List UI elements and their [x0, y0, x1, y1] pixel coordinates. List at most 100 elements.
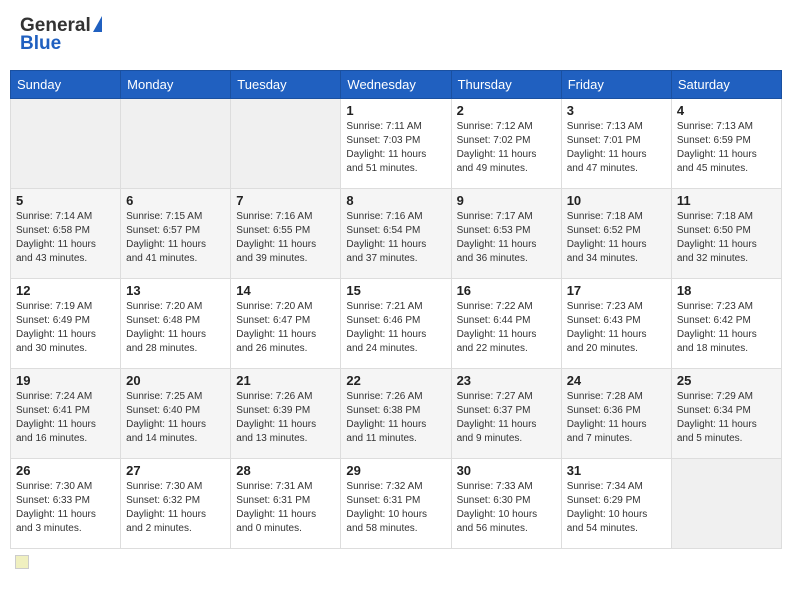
calendar-week-row: 26 Sunrise: 7:30 AMSunset: 6:33 PMDayligh…	[11, 459, 782, 549]
calendar-cell: 10Sunrise: 7:18 AMSunset: 6:52 PMDayligh…	[561, 189, 671, 279]
day-number: 13	[126, 283, 225, 298]
logo-triangle-icon	[93, 16, 102, 32]
day-info: Sunrise: 7:29 AMSunset: 6:34 PMDaylight:…	[677, 390, 776, 446]
day-info: Sunrise: 7:20 AMSunset: 6:47 PMDaylight:…	[236, 300, 335, 356]
day-info: Sunrise: 7:13 AMSunset: 7:01 PMDaylight:…	[567, 120, 666, 176]
calendar-week-row: 1 Sunrise: 7:11 AMSunset: 7:03 PMDaylight…	[11, 99, 782, 189]
day-info: Sunrise: 7:16 AMSunset: 6:55 PMDaylight:…	[236, 210, 335, 266]
day-info: Sunrise: 7:26 AMSunset: 6:38 PMDaylight:…	[346, 390, 445, 446]
day-info: Sunrise: 7:33 AMSunset: 6:30 PMDaylight:…	[457, 480, 556, 536]
day-info: Sunrise: 7:20 AMSunset: 6:48 PMDaylight:…	[126, 300, 225, 356]
day-info: Sunrise: 7:18 AMSunset: 6:50 PMDaylight:…	[677, 210, 776, 266]
calendar-cell: 8 Sunrise: 7:16 AMSunset: 6:54 PMDaylight…	[341, 189, 451, 279]
day-info: Sunrise: 7:28 AMSunset: 6:36 PMDaylight:…	[567, 390, 666, 446]
weekday-header-sunday: Sunday	[11, 71, 121, 99]
calendar-cell: 9 Sunrise: 7:17 AMSunset: 6:53 PMDaylight…	[451, 189, 561, 279]
calendar-cell: 14Sunrise: 7:20 AMSunset: 6:47 PMDayligh…	[231, 279, 341, 369]
day-number: 26	[16, 463, 115, 478]
day-number: 4	[677, 103, 776, 118]
weekday-header-wednesday: Wednesday	[341, 71, 451, 99]
day-number: 12	[16, 283, 115, 298]
day-number: 23	[457, 373, 556, 388]
day-info: Sunrise: 7:18 AMSunset: 6:52 PMDaylight:…	[567, 210, 666, 266]
day-info: Sunrise: 7:14 AMSunset: 6:58 PMDaylight:…	[16, 210, 115, 266]
weekday-header-row: SundayMondayTuesdayWednesdayThursdayFrid…	[11, 71, 782, 99]
calendar-cell: 3 Sunrise: 7:13 AMSunset: 7:01 PMDaylight…	[561, 99, 671, 189]
day-number: 5	[16, 193, 115, 208]
calendar-cell: 19 Sunrise: 7:24 AMSunset: 6:41 PMDayligh…	[11, 369, 121, 459]
logo: General Blue	[20, 15, 102, 55]
calendar-cell: 13 Sunrise: 7:20 AMSunset: 6:48 PMDayligh…	[121, 279, 231, 369]
day-info: Sunrise: 7:23 AMSunset: 6:42 PMDaylight:…	[677, 300, 776, 356]
calendar-cell: 22Sunrise: 7:26 AMSunset: 6:38 PMDayligh…	[341, 369, 451, 459]
day-number: 1	[346, 103, 445, 118]
calendar-cell: 21Sunrise: 7:26 AMSunset: 6:39 PMDayligh…	[231, 369, 341, 459]
calendar-cell: 15 Sunrise: 7:21 AMSunset: 6:46 PMDayligh…	[341, 279, 451, 369]
calendar-cell: 24 Sunrise: 7:28 AMSunset: 6:36 PMDayligh…	[561, 369, 671, 459]
day-info: Sunrise: 7:21 AMSunset: 6:46 PMDaylight:…	[346, 300, 445, 356]
day-number: 9	[457, 193, 556, 208]
day-info: Sunrise: 7:30 AMSunset: 6:33 PMDaylight:…	[16, 480, 115, 536]
calendar-cell: 4 Sunrise: 7:13 AMSunset: 6:59 PMDaylight…	[671, 99, 781, 189]
day-number: 18	[677, 283, 776, 298]
weekday-header-saturday: Saturday	[671, 71, 781, 99]
calendar-cell	[671, 459, 781, 549]
calendar-cell: 23 Sunrise: 7:27 AMSunset: 6:37 PMDayligh…	[451, 369, 561, 459]
calendar-cell: 12Sunrise: 7:19 AMSunset: 6:49 PMDayligh…	[11, 279, 121, 369]
day-info: Sunrise: 7:27 AMSunset: 6:37 PMDaylight:…	[457, 390, 556, 446]
calendar-week-row: 19 Sunrise: 7:24 AMSunset: 6:41 PMDayligh…	[11, 369, 782, 459]
logo-blue-text: Blue	[20, 33, 61, 55]
day-info: Sunrise: 7:15 AMSunset: 6:57 PMDaylight:…	[126, 210, 225, 266]
day-info: Sunrise: 7:17 AMSunset: 6:53 PMDaylight:…	[457, 210, 556, 266]
daylight-legend-box	[15, 555, 29, 569]
day-info: Sunrise: 7:22 AMSunset: 6:44 PMDaylight:…	[457, 300, 556, 356]
day-number: 11	[677, 193, 776, 208]
day-info: Sunrise: 7:25 AMSunset: 6:40 PMDaylight:…	[126, 390, 225, 446]
day-info: Sunrise: 7:16 AMSunset: 6:54 PMDaylight:…	[346, 210, 445, 266]
weekday-header-monday: Monday	[121, 71, 231, 99]
calendar-cell: 18 Sunrise: 7:23 AMSunset: 6:42 PMDayligh…	[671, 279, 781, 369]
day-number: 15	[346, 283, 445, 298]
weekday-header-tuesday: Tuesday	[231, 71, 341, 99]
footer	[10, 555, 782, 569]
calendar-cell: 17 Sunrise: 7:23 AMSunset: 6:43 PMDayligh…	[561, 279, 671, 369]
day-number: 7	[236, 193, 335, 208]
calendar-cell: 11 Sunrise: 7:18 AMSunset: 6:50 PMDayligh…	[671, 189, 781, 279]
calendar-cell: 25 Sunrise: 7:29 AMSunset: 6:34 PMDayligh…	[671, 369, 781, 459]
day-number: 19	[16, 373, 115, 388]
calendar-cell: 20Sunrise: 7:25 AMSunset: 6:40 PMDayligh…	[121, 369, 231, 459]
calendar-cell: 26 Sunrise: 7:30 AMSunset: 6:33 PMDayligh…	[11, 459, 121, 549]
day-number: 29	[346, 463, 445, 478]
calendar-cell: 16Sunrise: 7:22 AMSunset: 6:44 PMDayligh…	[451, 279, 561, 369]
day-number: 2	[457, 103, 556, 118]
day-number: 24	[567, 373, 666, 388]
day-info: Sunrise: 7:13 AMSunset: 6:59 PMDaylight:…	[677, 120, 776, 176]
calendar-cell: 5 Sunrise: 7:14 AMSunset: 6:58 PMDaylight…	[11, 189, 121, 279]
day-number: 27	[126, 463, 225, 478]
calendar-cell	[11, 99, 121, 189]
day-info: Sunrise: 7:23 AMSunset: 6:43 PMDaylight:…	[567, 300, 666, 356]
calendar-table: SundayMondayTuesdayWednesdayThursdayFrid…	[10, 70, 782, 549]
day-number: 3	[567, 103, 666, 118]
calendar-cell: 1 Sunrise: 7:11 AMSunset: 7:03 PMDaylight…	[341, 99, 451, 189]
day-number: 8	[346, 193, 445, 208]
calendar-cell: 29 Sunrise: 7:32 AMSunset: 6:31 PMDayligh…	[341, 459, 451, 549]
day-number: 30	[457, 463, 556, 478]
day-info: Sunrise: 7:31 AMSunset: 6:31 PMDaylight:…	[236, 480, 335, 536]
calendar-cell: 28Sunrise: 7:31 AMSunset: 6:31 PMDayligh…	[231, 459, 341, 549]
day-number: 21	[236, 373, 335, 388]
calendar-cell: 31Sunrise: 7:34 AMSunset: 6:29 PMDayligh…	[561, 459, 671, 549]
day-info: Sunrise: 7:34 AMSunset: 6:29 PMDaylight:…	[567, 480, 666, 536]
calendar-cell: 7 Sunrise: 7:16 AMSunset: 6:55 PMDaylight…	[231, 189, 341, 279]
calendar-cell: 27Sunrise: 7:30 AMSunset: 6:32 PMDayligh…	[121, 459, 231, 549]
day-info: Sunrise: 7:11 AMSunset: 7:03 PMDaylight:…	[346, 120, 445, 176]
calendar-cell	[231, 99, 341, 189]
calendar-cell: 2 Sunrise: 7:12 AMSunset: 7:02 PMDaylight…	[451, 99, 561, 189]
calendar-cell: 30 Sunrise: 7:33 AMSunset: 6:30 PMDayligh…	[451, 459, 561, 549]
day-info: Sunrise: 7:12 AMSunset: 7:02 PMDaylight:…	[457, 120, 556, 176]
day-number: 17	[567, 283, 666, 298]
weekday-header-friday: Friday	[561, 71, 671, 99]
day-info: Sunrise: 7:32 AMSunset: 6:31 PMDaylight:…	[346, 480, 445, 536]
day-number: 25	[677, 373, 776, 388]
day-info: Sunrise: 7:24 AMSunset: 6:41 PMDaylight:…	[16, 390, 115, 446]
